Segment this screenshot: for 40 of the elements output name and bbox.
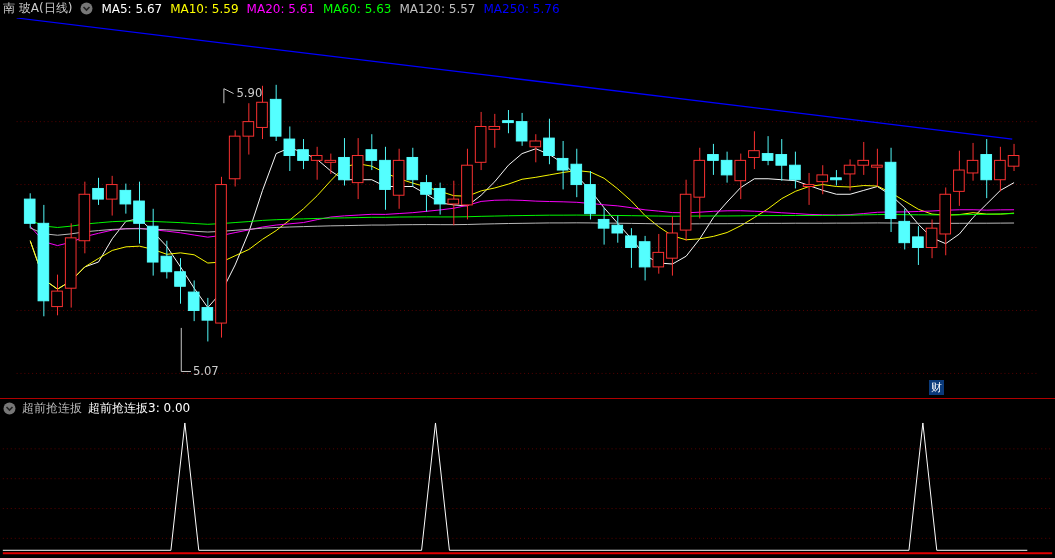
candlestick	[802, 172, 815, 206]
candlestick	[679, 179, 692, 242]
moving-average-label: MA60: 5.63	[323, 1, 392, 16]
candlestick	[187, 279, 200, 322]
candlestick	[953, 150, 965, 207]
candlestick	[515, 112, 528, 147]
high-price-label: 5.90	[236, 86, 263, 101]
candlestick	[789, 151, 801, 189]
high-marker	[223, 88, 235, 104]
candlestick	[720, 151, 733, 184]
candlestick	[912, 225, 924, 266]
low-marker	[180, 327, 192, 372]
indicator-name: 超前抢连扳	[22, 400, 82, 418]
candlestick	[761, 135, 774, 166]
dropdown-icon[interactable]	[3, 402, 16, 416]
candlestick	[420, 174, 432, 213]
candlestick	[269, 84, 282, 142]
candlestick	[556, 140, 569, 190]
candlestick	[734, 153, 747, 200]
candlestick	[570, 148, 583, 198]
candlestick	[748, 130, 760, 170]
moving-average-label: MA120: 5.57	[399, 1, 476, 16]
low-price-label: 5.07	[192, 364, 219, 379]
candlestick	[857, 141, 870, 176]
candlestick	[242, 102, 255, 155]
dropdown-icon[interactable]	[80, 2, 94, 16]
indicator-value: 超前抢连扳3: 0.00	[88, 400, 191, 418]
finance-badge[interactable]: 财	[929, 379, 944, 395]
moving-average-label: MA250: 5.76	[483, 1, 560, 16]
candlestick	[174, 257, 186, 305]
candlestick	[638, 235, 651, 281]
candlestick	[433, 182, 446, 215]
moving-average-label: MA10: 5.59	[170, 1, 239, 16]
moving-average-label: MA5: 5.67	[101, 1, 163, 16]
stock-title: 南 玻A(日线)	[3, 0, 73, 18]
moving-average-label: MA20: 5.61	[246, 1, 315, 16]
candlestick	[597, 207, 610, 245]
candlestick	[584, 170, 596, 220]
candlestick	[105, 175, 118, 216]
candlestick	[775, 138, 788, 182]
